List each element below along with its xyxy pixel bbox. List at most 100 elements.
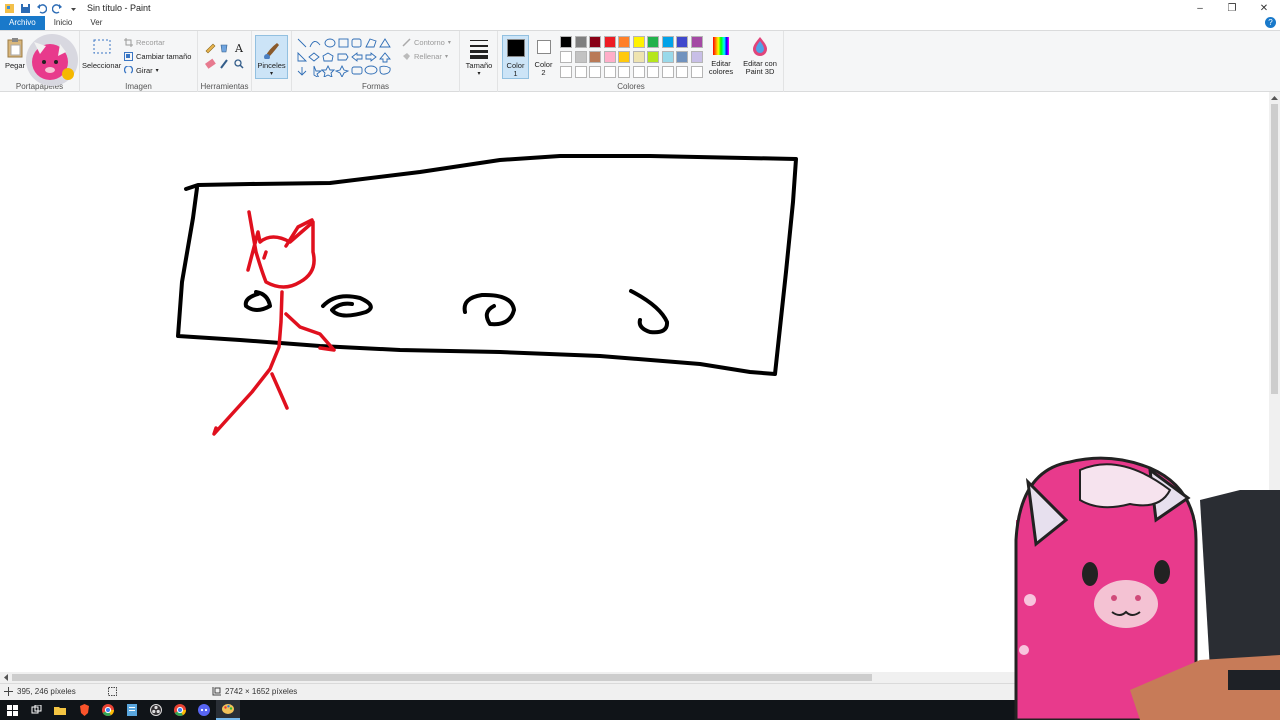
palette-swatch[interactable] [690, 36, 703, 48]
palette-swatch[interactable] [618, 51, 630, 63]
black-curl-1 [243, 290, 272, 312]
select-button[interactable]: Seleccionar [82, 37, 121, 70]
outline-button[interactable]: Contorno ▾ [402, 38, 451, 47]
obs-button[interactable] [144, 700, 168, 720]
cursor-position: 395, 246 píxeles [4, 687, 76, 696]
text-tool-icon[interactable]: A [234, 42, 244, 55]
redo-icon[interactable] [52, 3, 63, 14]
palette-swatch[interactable] [618, 36, 630, 48]
paste-label: Pegar [4, 61, 25, 70]
palette-swatch[interactable] [589, 66, 601, 78]
size-label: Tamaño [465, 61, 493, 70]
windows-logo-icon [6, 704, 18, 716]
palette-swatch[interactable] [661, 66, 674, 78]
palette-swatch[interactable] [603, 66, 616, 78]
scroll-left-icon[interactable] [2, 673, 10, 682]
customize-qat-icon[interactable] [68, 3, 79, 14]
vertical-scroll-thumb[interactable] [1271, 104, 1278, 394]
scroll-up-icon[interactable] [1270, 94, 1279, 102]
black-rectangle-stroke [176, 154, 798, 376]
start-button[interactable] [0, 700, 24, 720]
rotate-button[interactable]: Girar ▾ [124, 66, 159, 75]
palette-swatch[interactable] [676, 66, 688, 78]
task-view-button[interactable] [24, 700, 48, 720]
ribbon-tabs: Archivo Inicio Ver ? [0, 16, 1280, 30]
palette-swatch[interactable] [632, 36, 645, 48]
brave-browser-button[interactable] [72, 700, 96, 720]
pencil-icon[interactable] [205, 43, 216, 54]
save-icon[interactable] [20, 3, 31, 14]
palette-swatch[interactable] [603, 51, 616, 63]
horizontal-scroll-thumb[interactable] [12, 674, 872, 681]
palette-swatch[interactable] [574, 51, 587, 63]
crop-label: Recortar [136, 38, 165, 47]
palette-swatch[interactable] [690, 66, 703, 78]
image-size-text: 2742 × 1652 píxeles [225, 687, 298, 696]
chrome-second-button[interactable] [168, 700, 192, 720]
drawing-canvas[interactable] [0, 92, 1280, 672]
minimize-button[interactable]: – [1184, 0, 1216, 16]
paste-button[interactable]: Pegar [4, 37, 26, 70]
color-picker-icon[interactable] [220, 59, 228, 69]
window-controls: – ❐ ✕ [1184, 0, 1280, 16]
palette-swatch[interactable] [589, 36, 601, 48]
palette-swatch[interactable] [603, 36, 616, 48]
vertical-scrollbar[interactable] [1269, 92, 1280, 672]
palette-swatch[interactable] [661, 51, 674, 63]
tab-archivo[interactable]: Archivo [0, 16, 45, 30]
magnifier-icon[interactable] [234, 59, 244, 69]
palette-swatch[interactable] [632, 66, 645, 78]
palette-swatch[interactable] [690, 51, 703, 63]
crop-button[interactable]: Recortar [124, 38, 165, 47]
folder-icon [54, 707, 66, 715]
tools-group: A Herramientas [198, 31, 252, 93]
palette-swatch[interactable] [647, 66, 659, 78]
palette-swatch[interactable] [589, 51, 601, 63]
fill-bucket-icon[interactable] [220, 44, 228, 53]
brave-lion-icon [79, 704, 89, 716]
palette-swatch[interactable] [560, 51, 572, 63]
outline-icon [402, 38, 411, 47]
restore-button[interactable]: ❐ [1216, 0, 1248, 16]
palette-swatch[interactable] [647, 51, 659, 63]
brushes-button[interactable]: Pinceles ▾ [255, 35, 288, 79]
paint3d-line2: Paint 3D [745, 67, 775, 76]
close-button[interactable]: ✕ [1248, 0, 1280, 16]
chevron-down-icon: ▾ [477, 71, 481, 77]
line-size-icon [470, 40, 488, 59]
edit-paint3d-button[interactable]: Editar con Paint 3D [740, 35, 780, 76]
color1-button[interactable]: Color 1 [502, 35, 529, 79]
palette-swatch[interactable] [676, 36, 688, 48]
paint-taskbar-button[interactable] [216, 700, 240, 720]
color2-button[interactable]: Color 2 [531, 35, 556, 79]
tab-ver[interactable]: Ver [81, 16, 111, 30]
shapes-gallery[interactable] [296, 37, 396, 77]
palette-swatch[interactable] [560, 66, 572, 78]
palette-swatch[interactable] [574, 36, 587, 48]
horizontal-scrollbar[interactable] [0, 672, 1269, 683]
tab-inicio[interactable]: Inicio [45, 16, 82, 30]
discord-button[interactable] [192, 700, 216, 720]
fill-icon [403, 53, 410, 60]
palette-swatch[interactable] [647, 36, 659, 48]
fill-button[interactable]: Rellenar ▾ [402, 52, 448, 61]
cursor-position-text: 395, 246 píxeles [17, 687, 76, 696]
image-group-label: Imagen [125, 82, 152, 91]
crop-icon [124, 38, 133, 47]
help-icon[interactable]: ? [1265, 17, 1276, 28]
size-button[interactable]: Tamaño ▾ [464, 37, 494, 78]
eraser-icon[interactable] [205, 58, 216, 69]
palette-swatch[interactable] [632, 51, 645, 63]
notepad-button[interactable] [120, 700, 144, 720]
file-explorer-button[interactable] [48, 700, 72, 720]
undo-icon[interactable] [36, 3, 47, 14]
resize-button[interactable]: Cambiar tamaño [124, 52, 191, 61]
ribbon: Pegar Portapapeles Seleccionar Recortar … [0, 30, 1280, 93]
palette-swatch[interactable] [618, 66, 630, 78]
edit-colors-button[interactable]: Editar colores [706, 35, 736, 76]
chrome-button[interactable] [96, 700, 120, 720]
palette-swatch[interactable] [676, 51, 688, 63]
palette-swatch[interactable] [574, 66, 587, 78]
palette-swatch[interactable] [560, 36, 572, 48]
palette-swatch[interactable] [661, 36, 674, 48]
